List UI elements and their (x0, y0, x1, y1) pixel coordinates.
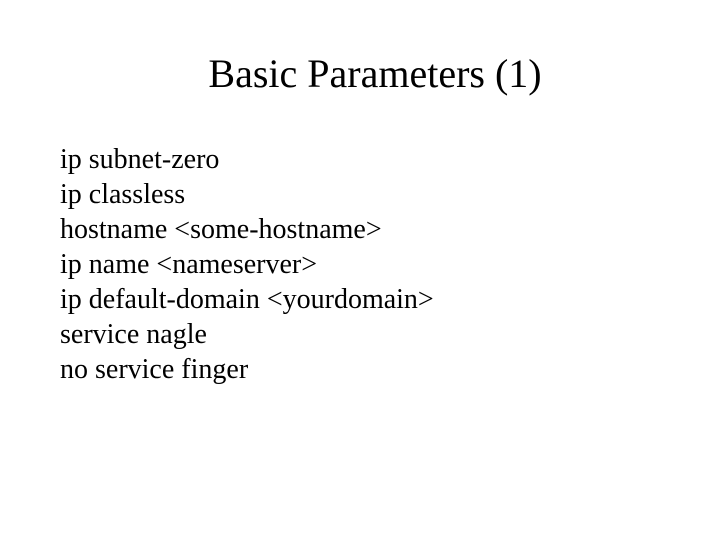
config-line: service nagle (60, 317, 660, 352)
config-line: hostname <some-hostname> (60, 212, 660, 247)
slide-content: ip subnet-zero ip classless hostname <so… (60, 142, 660, 387)
config-line: no service finger (60, 352, 660, 387)
slide: Basic Parameters (1) ip subnet-zero ip c… (0, 0, 720, 540)
config-line: ip classless (60, 177, 660, 212)
config-line: ip subnet-zero (60, 142, 660, 177)
slide-title: Basic Parameters (1) (90, 50, 660, 97)
config-line: ip name <nameserver> (60, 247, 660, 282)
config-line: ip default-domain <yourdomain> (60, 282, 660, 317)
